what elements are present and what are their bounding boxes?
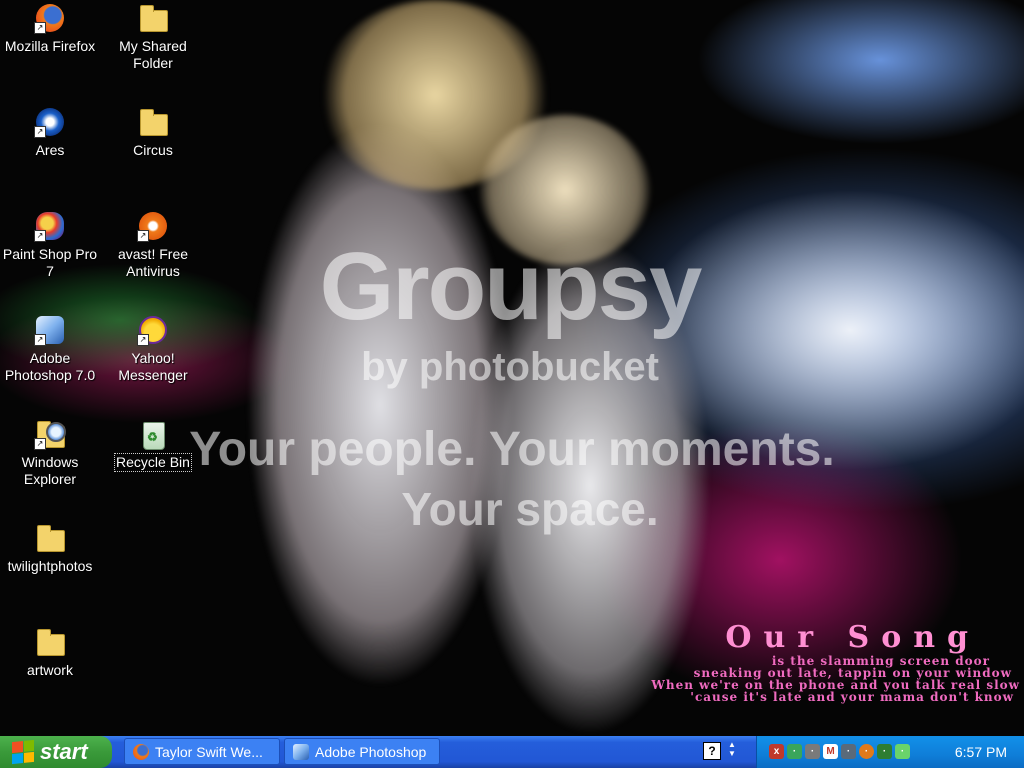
lyrics-title: Our Song: [725, 620, 980, 655]
watermark-subtitle: by photobucket: [361, 345, 659, 389]
photoshop-icon: ↗: [34, 314, 66, 346]
desktop-icon-label: Adobe Photoshop 7.0: [4, 350, 96, 383]
signal-icon[interactable]: ·: [895, 744, 910, 759]
wallpaper-lyrics: Our Song is the slamming screen door sne…: [651, 620, 1020, 703]
desktop-icon-label: My Shared Folder: [119, 38, 187, 71]
ares-tray-icon[interactable]: ·: [859, 744, 874, 759]
watermark-logo: Groupsy: [319, 233, 703, 340]
folder-icon: [34, 522, 66, 554]
desktop-icon-yahoo-messenger[interactable]: ↗ Yahoo! Messenger: [103, 314, 203, 385]
windows-explorer-icon: ↗: [34, 418, 66, 450]
firefox-icon: ↗: [34, 2, 66, 34]
folder-icon: [34, 626, 66, 658]
antivirus-icon[interactable]: ·: [805, 744, 820, 759]
paint-shop-pro-icon: ↗: [34, 210, 66, 242]
folder-icon: [137, 106, 169, 138]
photoshop-icon: [293, 743, 309, 760]
gmail-icon[interactable]: M: [823, 744, 838, 759]
desktop-icon-recycle-bin[interactable]: ♻ Recycle Bin: [103, 418, 203, 472]
desktop-icon-artwork[interactable]: artwork: [0, 626, 100, 680]
desktop-icon-ares[interactable]: ↗ Ares: [0, 106, 100, 160]
desktop-icon-label: Paint Shop Pro 7: [2, 246, 98, 279]
desktop-icon-mozilla-firefox[interactable]: ↗ Mozilla Firefox: [0, 2, 100, 56]
desktop-icon-twilightphotos[interactable]: twilightphotos: [0, 522, 100, 576]
help-icon[interactable]: ?: [703, 742, 721, 760]
taskbar-task-firefox[interactable]: Taylor Swift We...: [124, 738, 280, 765]
close-x-icon[interactable]: x: [769, 744, 784, 759]
desktop-icon-label: twilightphotos: [7, 558, 93, 574]
lyrics-line: 'cause it's late and your mama don't kno…: [690, 690, 1014, 704]
avast-icon: ↗: [137, 210, 169, 242]
windows-logo-icon: [12, 739, 34, 765]
recycle-bin-icon: ♻: [137, 418, 169, 450]
folder-icon: [137, 2, 169, 34]
task-label: Taylor Swift We...: [155, 743, 263, 760]
desktop-icon-avast[interactable]: ↗ avast! Free Antivirus: [103, 210, 203, 281]
desktop-icon-my-shared-folder[interactable]: My Shared Folder: [103, 2, 203, 73]
desktop-icon-label: artwork: [27, 662, 73, 678]
start-button[interactable]: start: [0, 736, 112, 768]
desktop-icon-label: Circus: [133, 142, 173, 158]
desktop-icon-label: Ares: [35, 142, 65, 158]
network-icon[interactable]: ·: [787, 744, 802, 759]
watermark-tagline-1: Your people. Your moments.: [189, 423, 835, 476]
firefox-icon: [133, 743, 149, 760]
yahoo-messenger-icon: ↗: [137, 314, 169, 346]
start-label: start: [40, 739, 88, 764]
desktop-icon-paint-shop-pro[interactable]: ↗ Paint Shop Pro 7: [0, 210, 100, 281]
taskbar: start Taylor Swift We... Adobe Photoshop…: [0, 736, 1024, 768]
ares-icon: ↗: [34, 106, 66, 138]
taskbar-task-photoshop[interactable]: Adobe Photoshop: [284, 738, 440, 765]
desktop-icon-label: Recycle Bin: [114, 453, 192, 472]
desktop-icon-circus[interactable]: Circus: [103, 106, 203, 160]
desktop-icon-adobe-photoshop[interactable]: ↗ Adobe Photoshop 7.0: [0, 314, 100, 385]
desktop[interactable]: Groupsy by photobucket Your people. Your…: [0, 0, 1024, 736]
shield-icon[interactable]: ·: [877, 744, 892, 759]
system-tray: x · · M · · · · 6:57 PM: [756, 736, 1024, 768]
desktop-icon-label: Yahoo! Messenger: [118, 350, 188, 383]
clock[interactable]: 6:57 PM: [955, 744, 1007, 760]
desktop-icon-label: avast! Free Antivirus: [117, 246, 189, 279]
volume-icon[interactable]: ·: [841, 744, 856, 759]
desktop-icon-label: Mozilla Firefox: [4, 38, 96, 54]
desktop-icon-windows-explorer[interactable]: ↗ Windows Explorer: [0, 418, 100, 489]
task-label: Adobe Photoshop: [315, 743, 427, 760]
desktop-icon-label: Windows Explorer: [21, 454, 79, 487]
taskbar-expand-icon[interactable]: ▲ ▼: [728, 740, 740, 760]
watermark-tagline-2: Your space.: [401, 483, 659, 535]
